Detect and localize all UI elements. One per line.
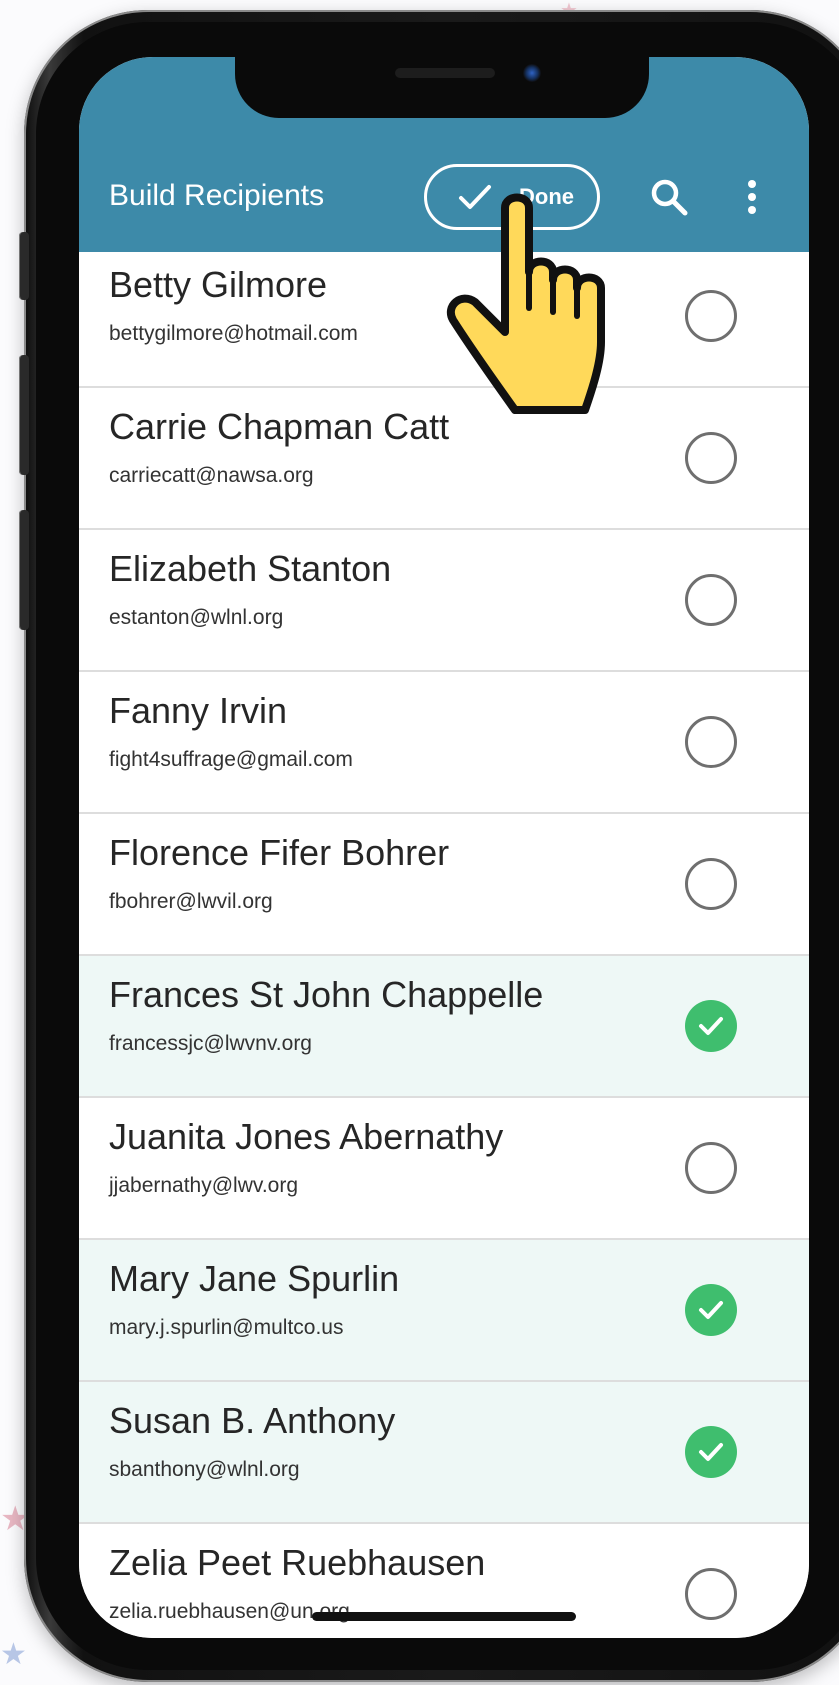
pointing-hand-icon (447, 193, 605, 414)
recipient-email: estanton@wlnl.org (109, 606, 284, 629)
recipient-row[interactable]: Mary Jane Spurlin mary.j.spurlin@multco.u… (79, 1240, 809, 1382)
recipient-name: Carrie Chapman Catt (109, 406, 450, 447)
recipient-name: Elizabeth Stanton (109, 548, 392, 589)
volume-down-button (19, 510, 29, 630)
recipient-name: Frances St John Chappelle (109, 974, 544, 1015)
recipient-email: mary.j.spurlin@multco.us (109, 1316, 344, 1339)
recipient-name: Mary Jane Spurlin (109, 1258, 400, 1299)
more-vert-icon[interactable] (744, 177, 760, 217)
recipient-name: Florence Fifer Bohrer (109, 832, 450, 873)
side-button (19, 232, 29, 300)
recipient-email: francessjc@lwvnv.org (109, 1032, 312, 1055)
recipient-name: Juanita Jones Abernathy (109, 1116, 504, 1157)
recipient-email: fbohrer@lwvil.org (109, 890, 273, 913)
recipient-row[interactable]: Susan B. Anthony sbanthony@wlnl.org (79, 1382, 809, 1524)
phone-screen: Build Recipients Done Betty Gilmore betty… (79, 57, 809, 1638)
unselected-circle-icon[interactable] (685, 290, 737, 342)
unselected-circle-icon[interactable] (685, 1142, 737, 1194)
front-camera-icon (523, 64, 541, 82)
recipient-row[interactable]: Florence Fifer Bohrer fbohrer@lwvil.org (79, 814, 809, 956)
recipient-row[interactable]: Carrie Chapman Catt carriecatt@nawsa.org (79, 388, 809, 530)
recipient-email: jjabernathy@lwv.org (109, 1174, 299, 1197)
recipient-row[interactable]: Fanny Irvin fight4suffrage@gmail.com (79, 672, 809, 814)
selected-check-icon[interactable] (685, 1000, 737, 1052)
search-icon[interactable] (649, 177, 689, 217)
recipient-email: fight4suffrage@gmail.com (109, 748, 353, 771)
unselected-circle-icon[interactable] (685, 574, 737, 626)
app-title: Build Recipients (109, 179, 325, 212)
notch (235, 57, 649, 118)
recipient-row[interactable]: Elizabeth Stanton estanton@wlnl.org (79, 530, 809, 672)
earpiece-speaker (395, 68, 495, 78)
decorative-star-icon: ★ (0, 1637, 27, 1672)
recipient-name: Susan B. Anthony (109, 1400, 396, 1441)
recipient-row[interactable]: Juanita Jones Abernathy jjabernathy@lwv.o… (79, 1098, 809, 1240)
recipient-row[interactable]: Frances St John Chappelle francessjc@lwvn… (79, 956, 809, 1098)
volume-up-button (19, 355, 29, 475)
unselected-circle-icon[interactable] (685, 858, 737, 910)
unselected-circle-icon[interactable] (685, 1568, 737, 1620)
selected-check-icon[interactable] (685, 1284, 737, 1336)
home-indicator (312, 1612, 576, 1621)
recipient-email: carriecatt@nawsa.org (109, 464, 314, 487)
page: ★ ★ ★ Build Recipients Done (0, 0, 839, 1685)
recipient-email: bettygilmore@hotmail.com (109, 322, 358, 345)
unselected-circle-icon[interactable] (685, 716, 737, 768)
recipient-name: Betty Gilmore (109, 264, 328, 305)
recipient-name: Zelia Peet Ruebhausen (109, 1542, 486, 1583)
recipient-list: Betty Gilmore bettygilmore@hotmail.com Car… (79, 252, 809, 1638)
selected-check-icon[interactable] (685, 1426, 737, 1478)
recipient-name: Fanny Irvin (109, 690, 288, 731)
recipient-row[interactable]: Betty Gilmore bettygilmore@hotmail.com (79, 252, 809, 388)
unselected-circle-icon[interactable] (685, 432, 737, 484)
recipient-email: sbanthony@wlnl.org (109, 1458, 300, 1481)
